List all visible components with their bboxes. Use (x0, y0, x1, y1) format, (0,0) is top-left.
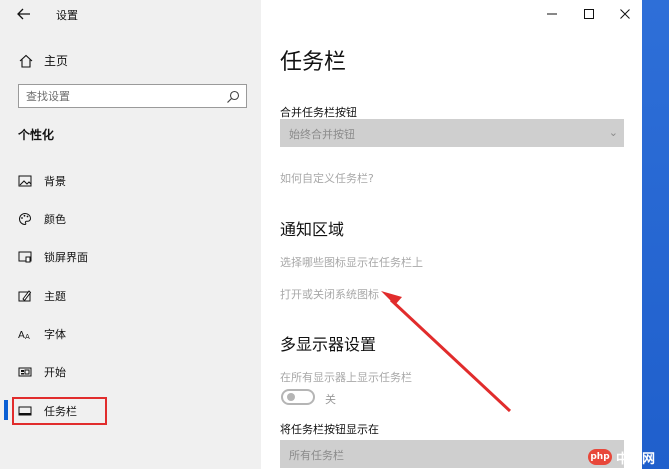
svg-text:A: A (18, 330, 25, 341)
search-icon[interactable] (226, 89, 240, 103)
app-title: 设置 (56, 9, 78, 22)
image-icon (18, 173, 32, 187)
theme-icon (18, 288, 32, 302)
show-all-displays-toggle[interactable] (281, 389, 315, 405)
titlebar-left: 设置 (0, 0, 261, 28)
sidebar-item-themes[interactable]: 主题 (0, 280, 261, 310)
settings-window: 设置 主页 个性化 背景 颜色 (0, 0, 642, 469)
active-indicator (4, 400, 8, 420)
sidebar-item-label: 开始 (44, 366, 66, 379)
sidebar-item-start[interactable]: 开始 (0, 356, 261, 386)
combine-buttons-label: 合并任务栏按钮 (280, 106, 357, 119)
close-icon[interactable] (617, 6, 633, 22)
desktop-background (642, 0, 669, 469)
toggle-state-text: 关 (325, 393, 336, 406)
sidebar-item-label: 主题 (44, 290, 66, 303)
show-buttons-dropdown[interactable]: 所有任务栏 (280, 440, 624, 468)
sidebar-item-fonts[interactable]: AA 字体 (0, 318, 261, 348)
select-icons-link[interactable]: 选择哪些图标显示在任务栏上 (280, 254, 423, 270)
dropdown-value: 始终合并按钮 (289, 128, 355, 141)
show-buttons-label: 将任务栏按钮显示在 (280, 423, 379, 436)
watermark-text: 中文网 (616, 452, 656, 467)
combine-buttons-dropdown[interactable]: 始终合并按钮 ⌄ (280, 119, 624, 147)
sidebar-item-label: 颜色 (44, 213, 66, 226)
sidebar-item-background[interactable]: 背景 (0, 165, 261, 195)
search-field[interactable] (18, 84, 247, 108)
watermark-badge: php (588, 449, 612, 465)
system-icons-link[interactable]: 打开或关闭系统图标 (280, 286, 379, 302)
watermark: php 中文网 (588, 447, 668, 467)
chevron-down-icon: ⌄ (608, 126, 618, 139)
sidebar-item-lock-screen[interactable]: 锁屏界面 (0, 241, 261, 271)
sidebar-item-label: 字体 (44, 328, 66, 341)
section-title: 个性化 (18, 128, 55, 142)
home-icon (19, 53, 33, 68)
svg-text:A: A (25, 333, 30, 341)
titlebar-controls (261, 0, 642, 28)
start-icon (18, 364, 32, 378)
lock-screen-icon (18, 249, 32, 263)
page-title: 任务栏 (280, 50, 347, 75)
sidebar-item-home[interactable]: 主页 (0, 46, 261, 74)
maximize-icon[interactable] (581, 6, 597, 22)
customize-taskbar-link[interactable]: 如何自定义任务栏? (280, 170, 374, 186)
sidebar-item-colors[interactable]: 颜色 (0, 203, 261, 233)
highlight-box (12, 397, 107, 425)
dropdown-value: 所有任务栏 (289, 449, 344, 462)
palette-icon (18, 211, 32, 226)
sidebar-item-label: 锁屏界面 (44, 251, 88, 264)
back-arrow-icon[interactable] (16, 6, 32, 22)
sidebar-item-label: 背景 (44, 175, 66, 188)
sidebar: 设置 主页 个性化 背景 颜色 (0, 0, 261, 469)
font-icon: AA (18, 326, 32, 341)
multi-display-title: 多显示器设置 (280, 335, 377, 354)
toggle-knob (287, 393, 295, 401)
search-input[interactable] (26, 88, 216, 104)
show-all-displays-label: 在所有显示器上显示任务栏 (280, 371, 412, 384)
notification-area-title: 通知区域 (280, 220, 345, 239)
minimize-icon[interactable] (544, 6, 560, 22)
sidebar-item-label: 主页 (44, 54, 69, 68)
